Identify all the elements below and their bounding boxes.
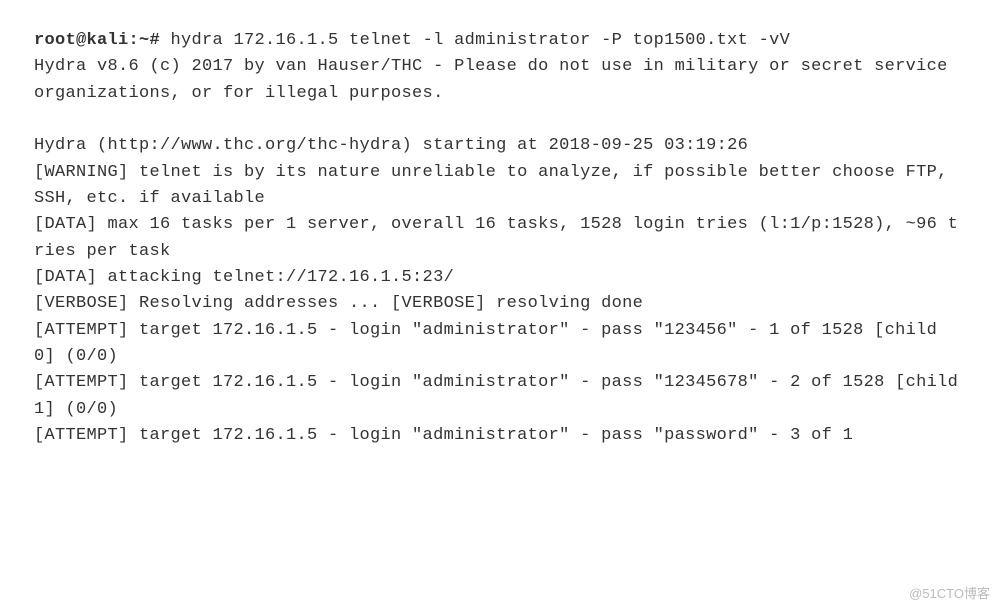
terminal-output: root@kali:~# hydra 172.16.1.5 telnet -l … (0, 0, 1002, 460)
output-line: [ATTEMPT] target 172.16.1.5 - login "adm… (34, 426, 853, 445)
prompt: root@kali:~# (34, 31, 160, 50)
output-line: [VERBOSE] Resolving addresses ... [VERBO… (34, 294, 643, 313)
output-line: Hydra v8.6 (c) 2017 by van Hauser/THC - … (34, 57, 958, 102)
output-line: [DATA] max 16 tasks per 1 server, overal… (34, 215, 958, 260)
output-line: [DATA] attacking telnet://172.16.1.5:23/ (34, 268, 454, 287)
command-text: hydra 172.16.1.5 telnet -l administrator… (160, 31, 790, 50)
output-line: [ATTEMPT] target 172.16.1.5 - login "adm… (34, 373, 969, 418)
output-line: Hydra (http://www.thc.org/thc-hydra) sta… (34, 136, 748, 155)
output-line: [WARNING] telnet is by its nature unreli… (34, 163, 958, 208)
watermark: @51CTO博客 (909, 584, 990, 604)
output-line: [ATTEMPT] target 172.16.1.5 - login "adm… (34, 321, 948, 366)
